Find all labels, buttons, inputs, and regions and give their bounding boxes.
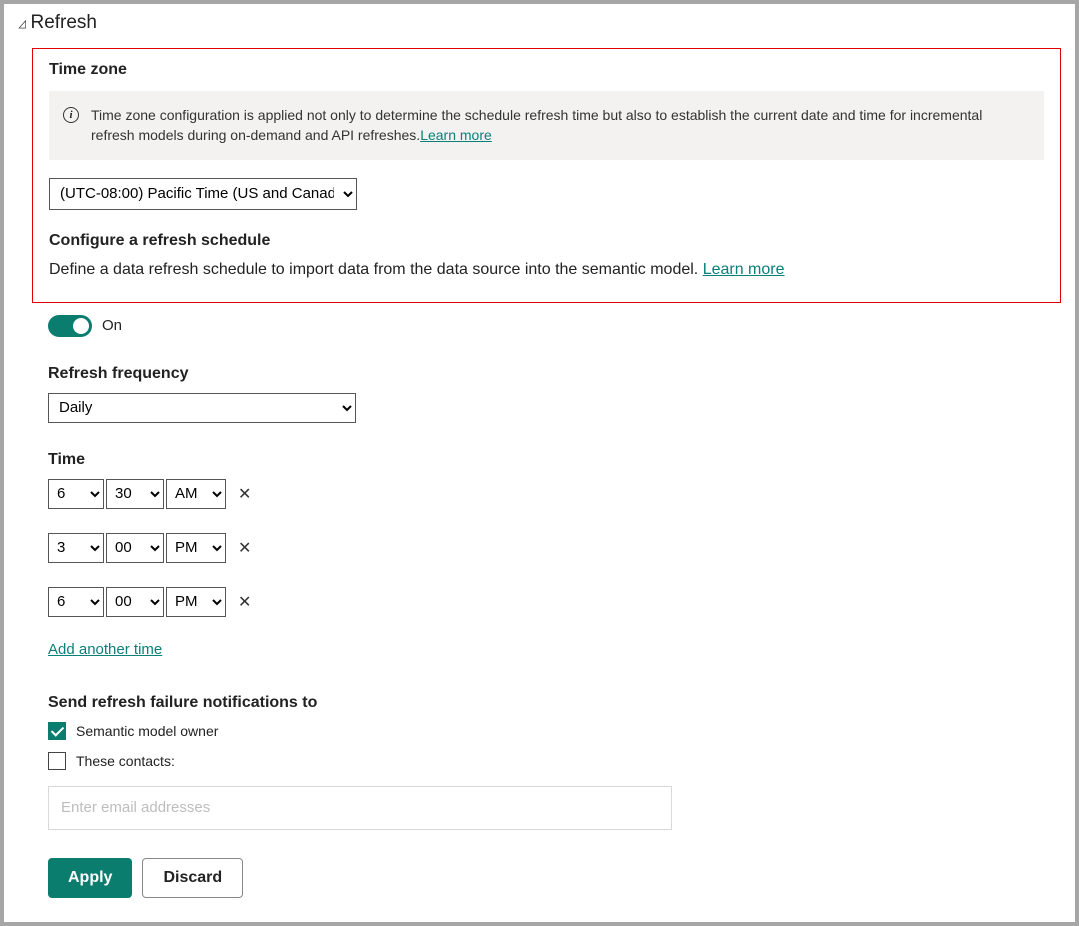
frequency-select[interactable]: Daily	[48, 393, 356, 423]
schedule-toggle-label: On	[102, 317, 122, 334]
remove-time-icon[interactable]: ✕	[234, 590, 255, 614]
section-header[interactable]: ◿ Refresh	[4, 12, 1075, 34]
schedule-toggle[interactable]	[48, 315, 92, 337]
contacts-checkbox-row: These contacts:	[48, 752, 1061, 770]
discard-button[interactable]: Discard	[142, 858, 243, 898]
remove-time-icon[interactable]: ✕	[234, 536, 255, 560]
time-block: Time 6 30 AM ✕ 3 00 PM ✕ 6 00 PM ✕ Add a…	[48, 451, 1061, 694]
frequency-heading: Refresh frequency	[48, 365, 1061, 383]
highlighted-region: Time zone i Time zone configuration is a…	[32, 48, 1061, 303]
minute-select[interactable]: 00	[106, 533, 164, 563]
time-row: 6 30 AM ✕	[48, 479, 1061, 509]
settings-body: On Refresh frequency Daily Time 6 30 AM …	[4, 315, 1075, 898]
owner-checkbox-label: Semantic model owner	[76, 723, 218, 739]
timezone-heading: Time zone	[49, 61, 1044, 79]
hour-select[interactable]: 6	[48, 587, 104, 617]
expand-triangle-icon: ◿	[18, 17, 26, 30]
hour-select[interactable]: 3	[48, 533, 104, 563]
hour-select[interactable]: 6	[48, 479, 104, 509]
section-title: Refresh	[30, 12, 97, 34]
ampm-select[interactable]: AM	[166, 479, 226, 509]
ampm-select[interactable]: PM	[166, 533, 226, 563]
remove-time-icon[interactable]: ✕	[234, 482, 255, 506]
time-row: 3 00 PM ✕	[48, 533, 1061, 563]
timezone-info-message: Time zone configuration is applied not o…	[91, 107, 982, 143]
configure-desc-text: Define a data refresh schedule to import…	[49, 261, 703, 278]
notifications-heading: Send refresh failure notifications to	[48, 694, 1061, 712]
contacts-checkbox[interactable]	[48, 752, 66, 770]
refresh-settings-panel: ◿ Refresh Time zone i Time zone configur…	[4, 4, 1075, 922]
owner-checkbox-row: Semantic model owner	[48, 722, 1061, 740]
ampm-select[interactable]: PM	[166, 587, 226, 617]
schedule-toggle-row: On	[48, 315, 1061, 337]
frequency-block: Refresh frequency Daily	[48, 365, 1061, 423]
configure-heading: Configure a refresh schedule	[49, 232, 1044, 250]
timezone-learn-more-link[interactable]: Learn more	[420, 127, 492, 143]
timezone-info-text: Time zone configuration is applied not o…	[91, 105, 1024, 146]
add-another-time-link[interactable]: Add another time	[48, 641, 162, 658]
timezone-info-banner: i Time zone configuration is applied not…	[49, 91, 1044, 160]
action-buttons: Apply Discard	[48, 858, 1061, 898]
info-icon: i	[63, 107, 79, 123]
configure-description: Define a data refresh schedule to import…	[49, 258, 1044, 282]
configure-learn-more-link[interactable]: Learn more	[703, 261, 785, 278]
time-heading: Time	[48, 451, 1061, 469]
owner-checkbox[interactable]	[48, 722, 66, 740]
apply-button[interactable]: Apply	[48, 858, 132, 898]
minute-select[interactable]: 00	[106, 587, 164, 617]
contacts-email-input[interactable]	[48, 786, 672, 830]
time-row: 6 00 PM ✕	[48, 587, 1061, 617]
minute-select[interactable]: 30	[106, 479, 164, 509]
contacts-checkbox-label: These contacts:	[76, 753, 175, 769]
timezone-select[interactable]: (UTC-08:00) Pacific Time (US and Canada)	[49, 178, 357, 210]
notifications-block: Send refresh failure notifications to Se…	[48, 694, 1061, 858]
